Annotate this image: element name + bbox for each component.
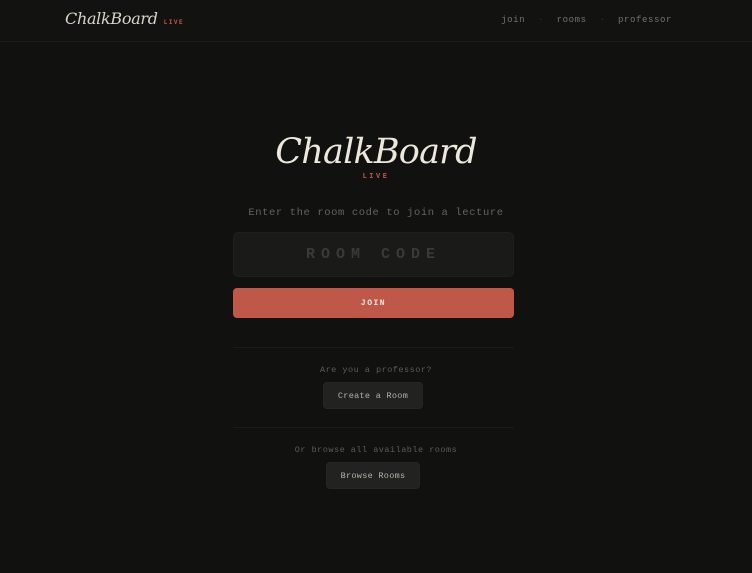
live-badge: LIVE	[163, 19, 185, 26]
nav-separator: ·	[538, 15, 544, 25]
browse-rooms-button[interactable]: Browse Rooms	[326, 462, 420, 489]
nav-separator: ·	[599, 15, 605, 25]
hero-live-badge: LIVE	[362, 173, 390, 181]
create-room-button[interactable]: Create a Room	[323, 382, 423, 409]
browse-prompt: Or browse all available rooms	[294, 445, 458, 455]
top-nav-bar: ChalkBoard LIVE join · rooms · professor	[0, 0, 752, 42]
divider	[233, 347, 514, 348]
join-button[interactable]: JOIN	[233, 288, 514, 318]
room-code-input[interactable]	[233, 232, 514, 277]
nav-link-professor[interactable]: professor	[618, 15, 672, 25]
nav-link-join[interactable]: join	[501, 15, 525, 25]
brand-logo[interactable]: ChalkBoard LIVE	[65, 9, 184, 28]
professor-prompt: Are you a professor?	[319, 365, 433, 375]
hero-title: ChalkBoard	[275, 132, 477, 172]
nav-link-rooms[interactable]: rooms	[557, 15, 587, 25]
brand-name: ChalkBoard	[65, 9, 158, 28]
divider	[233, 427, 514, 428]
join-instructions: Enter the room code to join a lecture	[248, 207, 504, 219]
nav-links: join · rooms · professor	[501, 15, 672, 25]
